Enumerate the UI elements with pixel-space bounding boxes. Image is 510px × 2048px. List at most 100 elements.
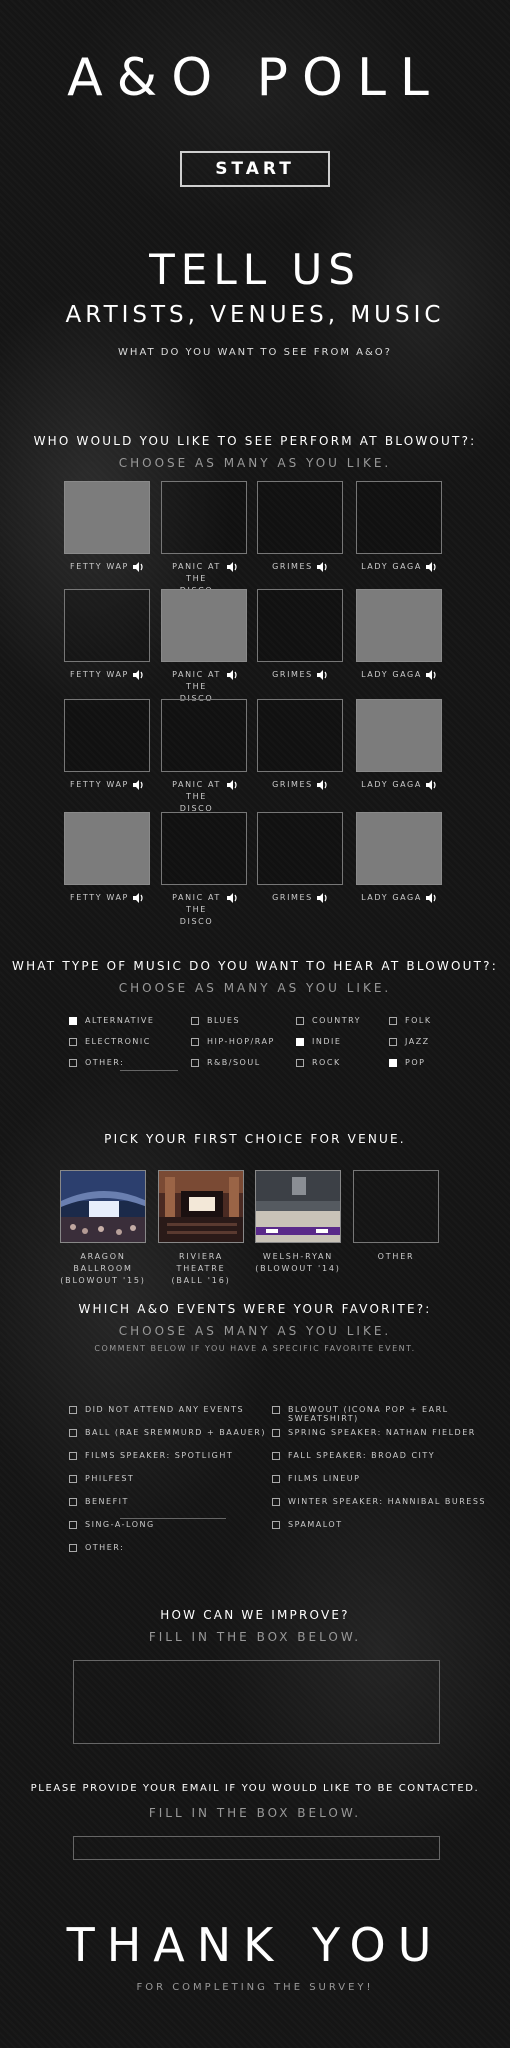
- email-input[interactable]: [73, 1836, 440, 1860]
- music-checkbox[interactable]: [389, 1059, 397, 1067]
- event-option-label: FILMS SPEAKER: SPOTLIGHT: [85, 1451, 234, 1460]
- event-checkbox[interactable]: [69, 1475, 77, 1483]
- music-checkbox[interactable]: [389, 1038, 397, 1046]
- event-checkbox[interactable]: [69, 1452, 77, 1460]
- event-option-label: FALL SPEAKER: BROAD CITY: [288, 1451, 436, 1460]
- music-checkbox[interactable]: [296, 1017, 304, 1025]
- performer-caption: FETTY WAP: [60, 669, 154, 681]
- performer-tile[interactable]: [356, 481, 442, 554]
- speaker-icon[interactable]: [425, 892, 437, 903]
- venue-welsh-ryan-image[interactable]: [255, 1170, 341, 1243]
- event-option-label: WINTER SPEAKER: HANNIBAL BURESS: [288, 1497, 486, 1506]
- thank-you-heading: THANK YOU: [66, 1918, 444, 1972]
- page-title: A&O POLL: [67, 48, 443, 108]
- improve-textarea[interactable]: [73, 1660, 440, 1744]
- performer-tile[interactable]: [257, 589, 343, 662]
- speaker-icon[interactable]: [226, 779, 238, 790]
- speaker-icon[interactable]: [425, 779, 437, 790]
- intro-subheading: ARTISTS, VENUES, MUSIC: [65, 302, 445, 328]
- music-checkbox[interactable]: [69, 1059, 77, 1067]
- performer-tile[interactable]: [161, 699, 247, 772]
- event-option-label: BALL (RAE SREMMURD + BAAUER): [85, 1428, 266, 1437]
- performer-tile[interactable]: [64, 699, 150, 772]
- music-checkbox[interactable]: [296, 1059, 304, 1067]
- event-checkbox[interactable]: [272, 1429, 280, 1437]
- performer-caption: GRIMES: [253, 669, 347, 681]
- music-checkbox[interactable]: [389, 1017, 397, 1025]
- aragon-photo-icon: [61, 1171, 145, 1242]
- performer-caption: FETTY WAP: [60, 892, 154, 904]
- event-option-label: SPRING SPEAKER: NATHAN FIELDER: [288, 1428, 476, 1437]
- event-checkbox[interactable]: [69, 1521, 77, 1529]
- music-option-label: BLUES: [207, 1016, 241, 1025]
- event-checkbox[interactable]: [272, 1406, 280, 1414]
- performer-tile[interactable]: [257, 812, 343, 885]
- speaker-icon[interactable]: [226, 561, 238, 572]
- performer-label: FETTY WAP: [70, 670, 129, 679]
- music-checkbox[interactable]: [191, 1038, 199, 1046]
- music-checkbox[interactable]: [191, 1017, 199, 1025]
- performer-caption: LADY GAGA: [352, 779, 446, 791]
- venue-riviera-image[interactable]: [158, 1170, 244, 1243]
- music-option-label: POP: [405, 1058, 426, 1067]
- performer-tile[interactable]: [257, 699, 343, 772]
- venue-aragon-image[interactable]: [60, 1170, 146, 1243]
- performer-tile[interactable]: [161, 589, 247, 662]
- venue-caption: RIVIERA: [178, 1252, 224, 1261]
- event-checkbox[interactable]: [69, 1406, 77, 1414]
- music-option-label: R&B/SOUL: [207, 1058, 261, 1067]
- event-checkbox[interactable]: [272, 1475, 280, 1483]
- venue-other-box[interactable]: [353, 1170, 439, 1243]
- performer-tile[interactable]: [64, 481, 150, 554]
- event-option-label: PHILFEST: [85, 1474, 135, 1483]
- performer-caption: LADY GAGA: [352, 669, 446, 681]
- event-checkbox[interactable]: [272, 1498, 280, 1506]
- speaker-icon[interactable]: [316, 561, 328, 572]
- music-checkbox[interactable]: [69, 1038, 77, 1046]
- venue-question: PICK YOUR FIRST CHOICE FOR VENUE.: [104, 1132, 406, 1146]
- venue-caption: WELSH-RYAN: [262, 1252, 334, 1261]
- riviera-photo-icon: [159, 1171, 243, 1242]
- performer-label: LADY GAGA: [361, 562, 422, 571]
- event-checkbox[interactable]: [69, 1544, 77, 1552]
- music-other-line[interactable]: [120, 1070, 178, 1071]
- speaker-icon[interactable]: [226, 669, 238, 680]
- email-question: PLEASE PROVIDE YOUR EMAIL IF YOU WOULD L…: [30, 1783, 480, 1794]
- performer-caption: PANIC AT THE DISCO: [157, 779, 251, 815]
- performer-label: FETTY WAP: [70, 893, 129, 902]
- music-checkbox[interactable]: [296, 1038, 304, 1046]
- speaker-icon[interactable]: [316, 779, 328, 790]
- music-option-label: COUNTRY: [312, 1016, 362, 1025]
- start-button[interactable]: START: [180, 151, 330, 187]
- performer-tile[interactable]: [356, 699, 442, 772]
- music-instruction: CHOOSE AS MANY AS YOU LIKE.: [118, 981, 392, 995]
- music-checkbox[interactable]: [191, 1059, 199, 1067]
- speaker-icon[interactable]: [226, 892, 238, 903]
- speaker-icon[interactable]: [425, 561, 437, 572]
- speaker-icon[interactable]: [132, 779, 144, 790]
- event-checkbox[interactable]: [69, 1498, 77, 1506]
- performer-tile[interactable]: [64, 812, 150, 885]
- performer-tile[interactable]: [257, 481, 343, 554]
- event-option-label: BLOWOUT (ICONA POP + EARL SWEATSHIRT): [288, 1405, 449, 1423]
- performer-label: LADY GAGA: [361, 780, 422, 789]
- performer-tile[interactable]: [64, 589, 150, 662]
- music-option-label: ALTERNATIVE: [85, 1016, 155, 1025]
- speaker-icon[interactable]: [132, 561, 144, 572]
- music-checkbox[interactable]: [69, 1017, 77, 1025]
- event-checkbox[interactable]: [272, 1452, 280, 1460]
- event-checkbox[interactable]: [69, 1429, 77, 1437]
- speaker-icon[interactable]: [425, 669, 437, 680]
- speaker-icon[interactable]: [132, 892, 144, 903]
- performer-label: GRIMES: [272, 893, 313, 902]
- speaker-icon[interactable]: [316, 669, 328, 680]
- performer-tile[interactable]: [356, 812, 442, 885]
- performer-tile[interactable]: [161, 481, 247, 554]
- speaker-icon[interactable]: [316, 892, 328, 903]
- event-checkbox[interactable]: [272, 1521, 280, 1529]
- events-other-line[interactable]: [120, 1518, 226, 1519]
- events-comment: COMMENT BELOW IF YOU HAVE A SPECIFIC FAV…: [94, 1344, 416, 1353]
- speaker-icon[interactable]: [132, 669, 144, 680]
- performer-tile[interactable]: [161, 812, 247, 885]
- performer-tile[interactable]: [356, 589, 442, 662]
